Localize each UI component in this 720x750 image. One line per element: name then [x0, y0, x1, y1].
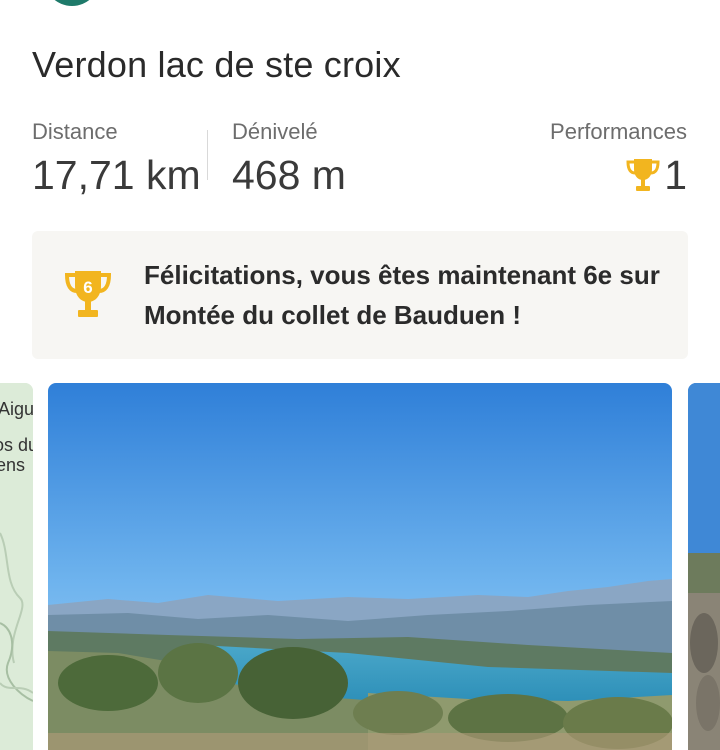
- distance-label: Distance: [32, 119, 118, 144]
- lake-landscape-photo: [48, 383, 672, 750]
- activity-header-row: [0, 0, 720, 8]
- activity-photo[interactable]: [48, 383, 672, 750]
- performances-label: Performances: [550, 119, 687, 144]
- performances-value[interactable]: 1: [626, 152, 687, 199]
- distance-value: 17,71 km: [32, 152, 201, 198]
- trophy-icon: [626, 158, 660, 191]
- elevation-value: 468 m: [232, 152, 346, 198]
- trophy-rank-icon: 6: [64, 271, 112, 317]
- trophy-rank-number: 6: [83, 278, 92, 297]
- activity-detail-screen: Verdon lac de ste croix Distance 17,71 k…: [0, 0, 720, 750]
- achievement-banner[interactable]: 6 Félicitations, vous êtes maintenant 6e…: [32, 231, 688, 359]
- achievement-message: Félicitations, vous êtes maintenant 6e s…: [144, 260, 660, 330]
- activity-title: Verdon lac de ste croix: [32, 44, 401, 85]
- performances-count: 1: [664, 152, 687, 198]
- next-photo-card[interactable]: [688, 383, 720, 750]
- stats-divider: [207, 130, 208, 180]
- elevation-label: Dénivelé: [232, 119, 318, 144]
- map-label-2: os du: [0, 435, 33, 455]
- next-photo-graphic: [688, 383, 720, 750]
- avatar[interactable]: [44, 0, 100, 6]
- map-label-3: ens: [0, 455, 26, 475]
- map-preview-card[interactable]: Aigu os du ens: [0, 383, 33, 750]
- map-label-1: Aigu: [0, 399, 33, 419]
